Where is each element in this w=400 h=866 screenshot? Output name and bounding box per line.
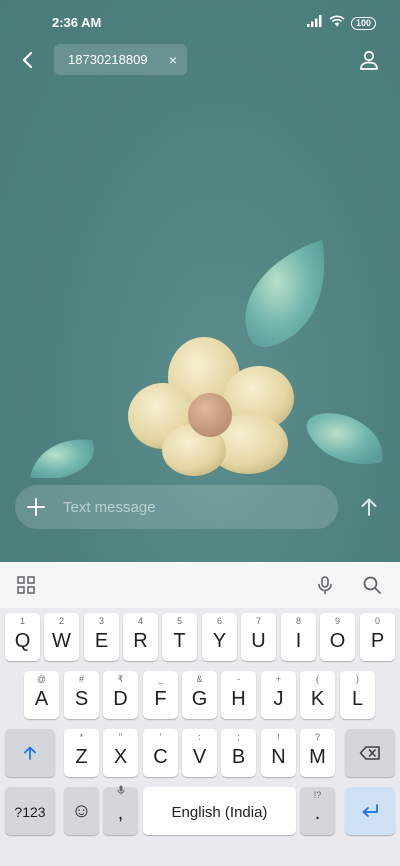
key-c[interactable]: ' C	[143, 729, 178, 777]
emoji-icon: ☺	[71, 800, 92, 822]
key-l[interactable]: ) L	[340, 671, 375, 719]
key-t[interactable]: 5T	[162, 613, 197, 661]
key-j[interactable]: + J	[261, 671, 296, 719]
remove-recipient-icon[interactable]: ×	[169, 52, 177, 68]
shift-arrow-icon	[24, 746, 36, 760]
message-input[interactable]	[57, 498, 338, 516]
search-icon	[363, 576, 381, 594]
keyboard-toolbar	[0, 562, 400, 608]
voice-input-button[interactable]	[315, 575, 335, 595]
emoji-key[interactable]: ☺	[64, 787, 99, 835]
wifi-icon	[329, 14, 345, 32]
enter-arrow-icon	[362, 804, 378, 817]
enter-key[interactable]	[345, 787, 395, 835]
plus-icon	[27, 498, 45, 516]
flower-wallpaper-image	[30, 240, 383, 478]
key-s[interactable]: # S	[64, 671, 99, 719]
key-n[interactable]: ! N	[261, 729, 296, 777]
key-x[interactable]: " X	[103, 729, 138, 777]
key-h[interactable]: -H	[221, 671, 256, 719]
apps-grid-button[interactable]	[16, 575, 36, 595]
attach-button[interactable]	[15, 485, 57, 529]
keyboard: 1Q 2W 3E 4R 5T 6Y 7U 8I 9O 0P @ A # S ₹ D _…	[0, 608, 400, 866]
arrow-up-icon	[361, 498, 377, 516]
key-a[interactable]: @ A	[24, 671, 59, 719]
key-v[interactable]: :V	[182, 729, 217, 777]
key-e[interactable]: 3E	[84, 613, 119, 661]
compose-bar	[15, 485, 338, 529]
key-w[interactable]: 2W	[44, 613, 79, 661]
key-f[interactable]: _ F	[143, 671, 178, 719]
key-b[interactable]: ; B	[221, 729, 256, 777]
backspace-key[interactable]	[345, 729, 395, 777]
shift-key[interactable]	[5, 729, 55, 777]
key-u[interactable]: 7U	[241, 613, 276, 661]
battery-indicator: 100	[350, 16, 376, 30]
conversation-background: 2:36 AM 100 18730218809 ×	[0, 0, 400, 562]
space-key[interactable]: English (India)	[143, 787, 296, 835]
recipient-number: 18730218809	[68, 52, 148, 67]
period-key[interactable]: !? .	[300, 787, 335, 835]
back-button[interactable]	[16, 48, 40, 72]
signal-icon	[306, 14, 323, 32]
recipient-chip[interactable]: 18730218809 ×	[54, 44, 187, 75]
backspace-icon	[359, 746, 380, 760]
key-q[interactable]: 1Q	[5, 613, 40, 661]
keyboard-search-button[interactable]	[362, 575, 382, 595]
key-r[interactable]: 4R	[123, 613, 158, 661]
key-p[interactable]: 0P	[360, 613, 395, 661]
grid-icon	[17, 576, 35, 594]
key-d[interactable]: ₹ D	[103, 671, 138, 719]
key-y[interactable]: 6Y	[202, 613, 237, 661]
key-k[interactable]: (K	[300, 671, 335, 719]
comma-key[interactable]: ,	[103, 785, 138, 835]
key-z[interactable]: * Z	[64, 729, 99, 777]
contact-button[interactable]	[358, 49, 380, 71]
status-icons: 100	[306, 14, 376, 32]
key-i[interactable]: 8I	[281, 613, 316, 661]
status-bar: 2:36 AM 100	[0, 0, 400, 44]
person-icon	[360, 50, 378, 70]
key-g[interactable]: & G	[182, 671, 217, 719]
microphone-icon	[318, 576, 332, 595]
key-o[interactable]: 9O	[320, 613, 355, 661]
chevron-left-icon	[22, 51, 33, 69]
key-m[interactable]: ? M	[300, 729, 335, 777]
status-time: 2:36 AM	[52, 15, 102, 30]
symbols-key[interactable]: ?123	[5, 787, 55, 835]
send-button[interactable]	[358, 496, 380, 518]
